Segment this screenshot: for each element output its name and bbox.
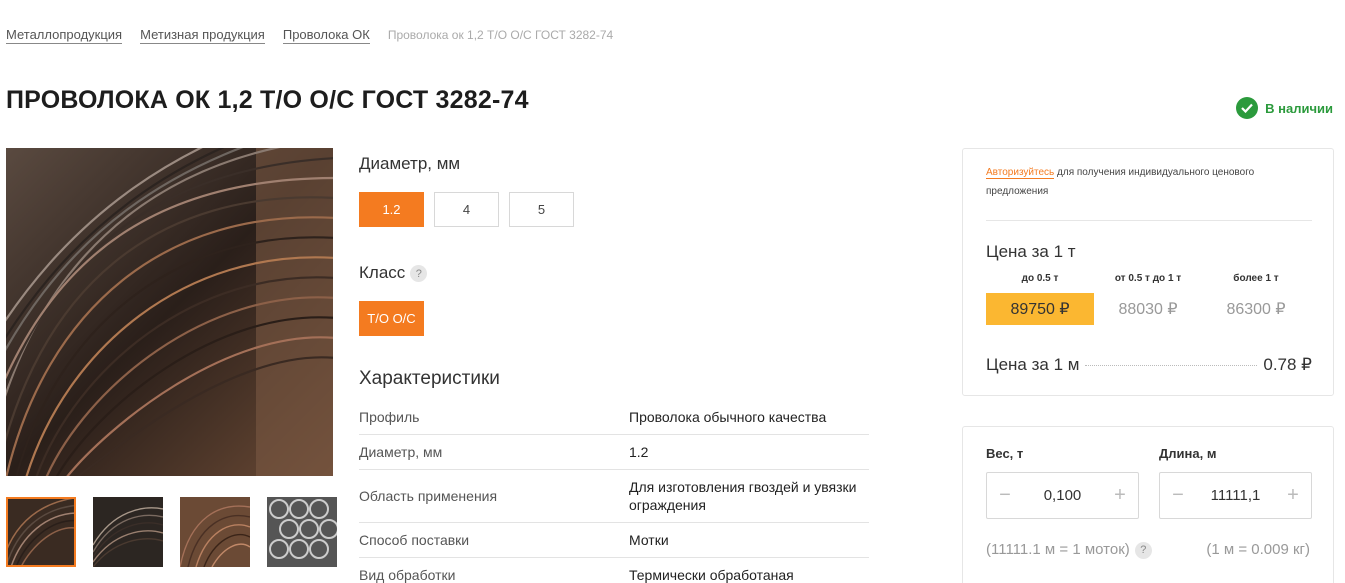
- char-value: Для изготовления гвоздей и увязки огражд…: [629, 479, 857, 513]
- char-value: Мотки: [629, 532, 669, 548]
- tier-label: до 0.5 т: [1021, 273, 1059, 284]
- dotted-leader: [1085, 365, 1258, 366]
- diameter-option-5[interactable]: 5: [509, 192, 574, 227]
- thumbnail-4[interactable]: [267, 497, 337, 567]
- length-increment-button[interactable]: +: [1285, 484, 1301, 507]
- char-value: Проволока обычного качества: [629, 408, 827, 425]
- tier-price: 88030 ₽: [1118, 301, 1178, 318]
- table-row: Вид обработки Термически обработаная: [359, 558, 869, 583]
- weight-input[interactable]: [1022, 487, 1103, 504]
- diameter-label: Диаметр, мм: [359, 154, 461, 173]
- meter-weight-note: (1 м = 0.009 кг): [1206, 541, 1310, 558]
- char-key: Вид обработки: [359, 567, 456, 583]
- tier-price: 86300 ₽: [1226, 301, 1286, 318]
- price-tiers: до 0.5 т 89750 ₽ от 0.5 т до 1 т 88030 ₽…: [986, 273, 1310, 325]
- coil-note: (11111.1 м = 1 моток)?: [986, 541, 1152, 559]
- breadcrumb-link-metiznaya[interactable]: Метизная продукция: [140, 27, 265, 44]
- help-icon[interactable]: ?: [1134, 541, 1152, 559]
- weight-stepper: − +: [986, 472, 1139, 519]
- price-per-meter: Цена за 1 м 0.78 ₽: [986, 355, 1312, 375]
- characteristics-title: Характеристики: [359, 368, 500, 389]
- weight-increment-button[interactable]: +: [1112, 484, 1128, 507]
- thumbnail-1[interactable]: [6, 497, 76, 567]
- char-key: Профиль: [359, 408, 420, 425]
- per-meter-value: 0.78 ₽: [1263, 355, 1312, 374]
- char-value: 1.2: [629, 444, 649, 460]
- price-tier[interactable]: от 0.5 т до 1 т 88030 ₽: [1094, 273, 1202, 325]
- weight-decrement-button[interactable]: −: [997, 484, 1013, 507]
- divider: [986, 220, 1312, 221]
- diameter-option-1-2[interactable]: 1.2: [359, 192, 424, 227]
- table-row: Область применения Для изготовления гвоз…: [359, 470, 869, 523]
- thumbnail-strip: [6, 497, 337, 567]
- price-tier[interactable]: более 1 т 86300 ₽: [1202, 273, 1310, 325]
- char-key: Диаметр, мм: [359, 444, 443, 460]
- table-row: Диаметр, мм 1.2: [359, 435, 869, 470]
- help-icon[interactable]: ?: [410, 265, 428, 283]
- tier-price: 89750 ₽: [986, 293, 1094, 325]
- thumbnail-3[interactable]: [180, 497, 250, 567]
- check-icon: [1236, 97, 1259, 119]
- class-options: Т/О О/С: [359, 301, 424, 336]
- length-input[interactable]: [1195, 487, 1276, 504]
- table-row: Способ поставки Мотки: [359, 523, 869, 558]
- class-option-to-os[interactable]: Т/О О/С: [359, 301, 424, 336]
- characteristics-table: Профиль Проволока обычного качества Диам…: [359, 399, 869, 583]
- breadcrumb: Металлопродукция Метизная продукция Пров…: [6, 27, 613, 44]
- stock-label: В наличии: [1265, 100, 1333, 116]
- tier-label: от 0.5 т до 1 т: [1114, 273, 1182, 284]
- tier-label: более 1 т: [1233, 273, 1279, 284]
- auth-note: Авторизуйтесь для получения индивидуальн…: [986, 163, 1296, 201]
- table-row: Профиль Проволока обычного качества: [359, 399, 869, 435]
- product-main-image[interactable]: [6, 148, 333, 476]
- stock-status: В наличии: [1236, 97, 1333, 119]
- price-card: Авторизуйтесь для получения индивидуальн…: [962, 148, 1334, 396]
- length-stepper: − +: [1159, 472, 1312, 519]
- diameter-options: 1.2 4 5: [359, 192, 574, 227]
- breadcrumb-link-provoloka[interactable]: Проволока ОК: [282, 27, 370, 44]
- class-heading: Класс?: [359, 263, 428, 283]
- per-meter-label: Цена за 1 м: [986, 355, 1080, 374]
- price-per-ton-heading: Цена за 1 т: [986, 242, 1076, 261]
- quantity-calculator: Вес, т Длина, м − + − + (11111.1 м = 1 м…: [962, 426, 1334, 583]
- coil-note-text: (11111.1 м = 1 моток): [986, 541, 1130, 558]
- char-key: Область применения: [359, 488, 498, 504]
- char-value: Термически обработаная: [629, 567, 794, 583]
- price-tier[interactable]: до 0.5 т 89750 ₽: [986, 273, 1094, 325]
- breadcrumb-current: Проволока ок 1,2 Т/О О/С ГОСТ 3282-74: [387, 28, 614, 42]
- char-key: Способ поставки: [359, 532, 470, 548]
- page-title: ПРОВОЛОКА ОК 1,2 Т/О О/С ГОСТ 3282-74: [6, 86, 529, 114]
- breadcrumb-link-metalloproduktsiya[interactable]: Металлопродукция: [6, 27, 123, 44]
- class-label: Класс: [359, 263, 406, 282]
- auth-link[interactable]: Авторизуйтесь: [986, 167, 1055, 179]
- weight-label: Вес, т: [986, 446, 1024, 461]
- thumbnail-2[interactable]: [93, 497, 163, 567]
- diameter-option-4[interactable]: 4: [434, 192, 499, 227]
- length-decrement-button[interactable]: −: [1170, 484, 1186, 507]
- length-label: Длина, м: [1159, 446, 1217, 461]
